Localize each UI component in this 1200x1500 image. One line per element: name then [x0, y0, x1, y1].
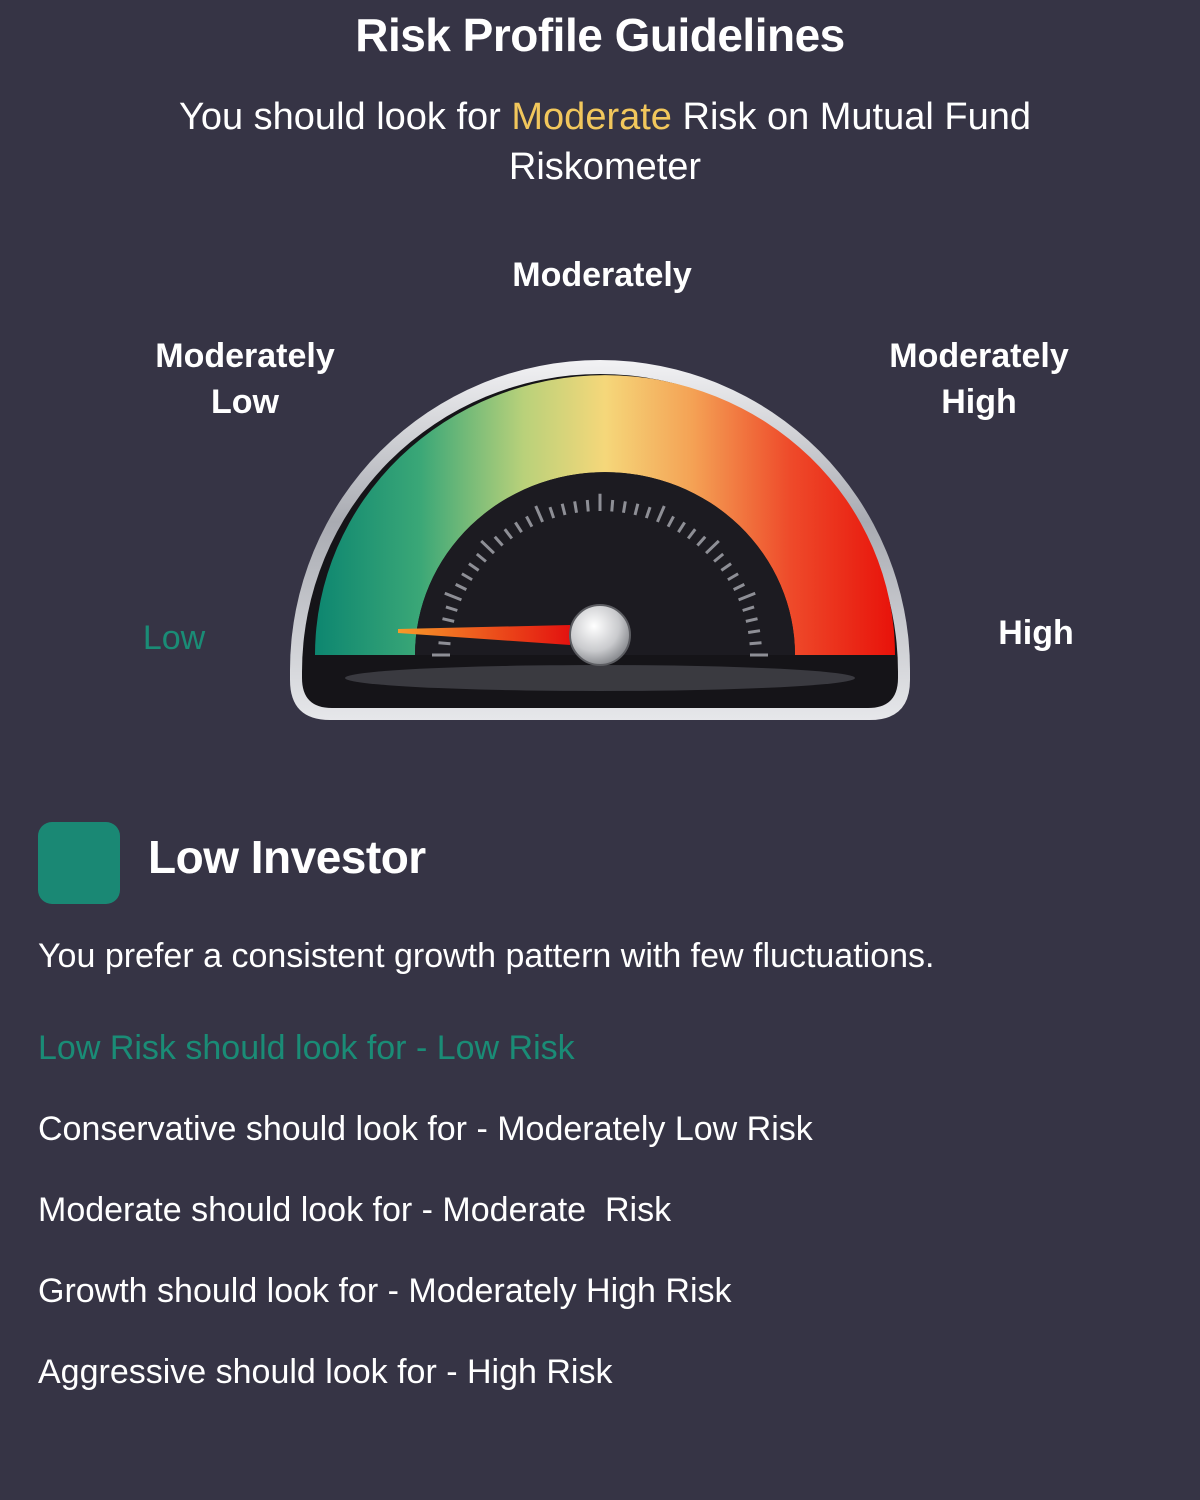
investor-description: You prefer a consistent growth pattern w… — [38, 937, 935, 975]
gauge-tick — [747, 629, 761, 634]
gauge-tick — [573, 501, 579, 514]
recommendation-highlight: Moderate — [511, 96, 672, 138]
recommendation-prefix: You should look for — [178, 96, 501, 138]
gauge-label-moderate-text: Moderately — [512, 256, 692, 294]
gauge-base-shine — [345, 665, 855, 691]
gauge-tick — [438, 641, 451, 646]
profile-color-swatch — [38, 822, 120, 904]
gauge-tick — [621, 501, 627, 514]
gauge-tick — [749, 641, 762, 646]
guideline-item: Conservative should look for - Moderatel… — [38, 1110, 813, 1148]
gauge-needle-hub — [569, 604, 631, 666]
guideline-item: Aggressive should look for - High Risk — [38, 1353, 613, 1391]
riskometer-gauge — [290, 360, 910, 720]
guideline-item: Growth should look for - Moderately High… — [38, 1272, 732, 1310]
gauge-label-low: Low — [142, 619, 206, 657]
page-title: Risk Profile Guidelines — [355, 9, 845, 61]
gauge-label-high: High — [998, 614, 1074, 652]
gauge-label-moderate: Moderately — [490, 252, 714, 298]
guideline-list: Low Risk should look for - Low Risk Conse… — [38, 1025, 813, 1430]
guideline-item: Low Risk should look for - Low Risk — [38, 1029, 575, 1067]
recommendation-text: You should look for Moderate Risk on Mut… — [140, 92, 1070, 192]
guideline-item: Moderate should look for - Moderate Risk — [38, 1191, 672, 1229]
gauge-tick — [585, 499, 590, 512]
gauge-tick — [610, 499, 615, 512]
investor-type-heading: Low Investor — [148, 831, 426, 883]
